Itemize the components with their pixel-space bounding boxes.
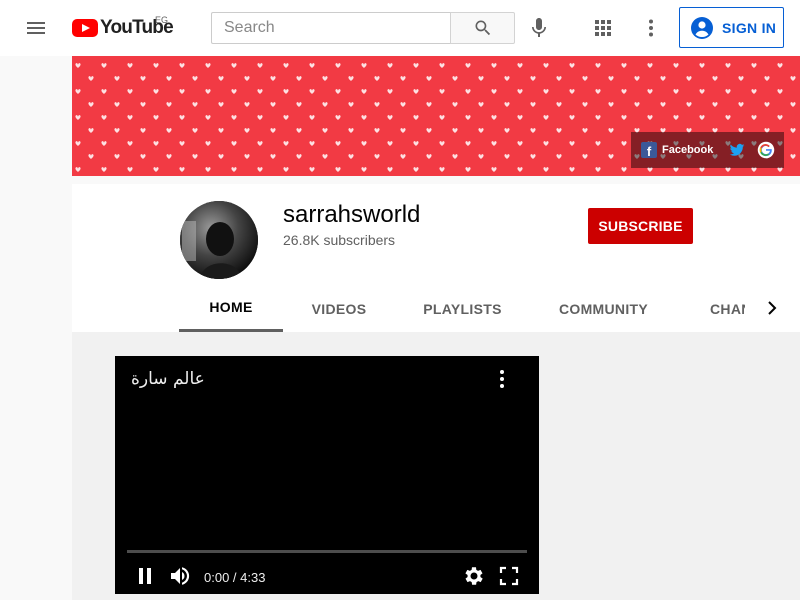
voice-search-icon[interactable] [527, 16, 551, 40]
search-button[interactable] [450, 12, 515, 44]
subscriber-count: 26.8K subscribers [283, 232, 396, 248]
video-title[interactable]: عالم سارة [131, 369, 205, 389]
tab-playlists[interactable]: PLAYLISTS [395, 285, 530, 332]
volume-icon[interactable] [168, 564, 192, 588]
top-bar: YouTube EG SIGN IN [0, 0, 800, 56]
tab-channels[interactable]: CHANNELS [710, 285, 745, 332]
channel-tabs: HOME VIDEOS PLAYLISTS COMMUNITY CHANNELS [179, 285, 745, 332]
progress-bar[interactable] [127, 550, 527, 553]
more-vert-icon[interactable] [639, 16, 663, 40]
banner-links: f Facebook [631, 132, 784, 168]
channel-avatar[interactable] [180, 201, 258, 279]
search-input[interactable] [212, 13, 451, 43]
menu-icon[interactable] [24, 16, 48, 40]
twitter-icon[interactable] [729, 142, 745, 158]
google-icon[interactable] [757, 141, 775, 159]
sign-in-label: SIGN IN [722, 19, 777, 36]
tab-home[interactable]: HOME [179, 285, 283, 332]
channel-name: sarrahsworld [283, 201, 421, 228]
youtube-play-icon [72, 19, 98, 37]
region-code: EG [155, 15, 169, 25]
search-icon [475, 20, 490, 36]
search-box [211, 12, 451, 44]
facebook-icon: f [641, 142, 657, 158]
video-player[interactable] [115, 356, 539, 594]
apps-grid-icon[interactable] [591, 16, 615, 40]
tab-community[interactable]: COMMUNITY [530, 285, 677, 332]
time-display: 0:00 / 4:33 [204, 570, 266, 585]
facebook-link[interactable]: f Facebook [641, 142, 713, 158]
video-more-icon[interactable] [490, 367, 514, 391]
sign-in-button[interactable]: SIGN IN [679, 7, 784, 48]
settings-gear-icon[interactable] [461, 564, 485, 588]
fullscreen-icon[interactable] [497, 564, 521, 588]
chevron-right-icon[interactable] [760, 296, 784, 320]
facebook-label: Facebook [662, 144, 714, 156]
pause-icon[interactable] [133, 564, 157, 588]
youtube-logo[interactable]: YouTube EG [72, 15, 174, 40]
tab-videos[interactable]: VIDEOS [283, 285, 395, 332]
account-circle-icon [691, 16, 713, 39]
subscribe-button[interactable]: SUBSCRIBE [588, 208, 693, 244]
